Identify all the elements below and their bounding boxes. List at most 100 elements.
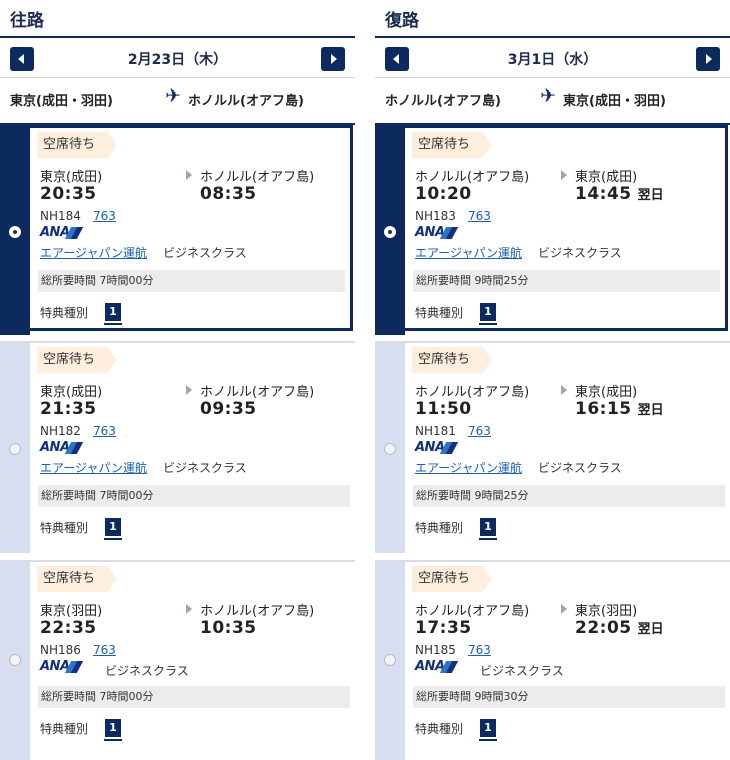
flight-card[interactable]: 空席待ち ホノルル(オアフ島) 東京(成田) 11:50 16:15 翌日 NH1… — [375, 341, 730, 553]
operator-link[interactable]: エアージャパン運航 — [415, 459, 522, 476]
aircraft-type-link[interactable]: 763 — [93, 643, 116, 657]
return-date: 3月1日（水） — [507, 52, 598, 68]
arrival-time: 16:15 — [575, 399, 632, 419]
flight-number: NH185 — [415, 643, 456, 657]
route-destination: ホノルル(オアフ島) — [188, 94, 304, 109]
route-origin: ホノルル(オアフ島) — [385, 94, 501, 109]
award-type-label: 特典種別 — [40, 722, 89, 736]
outbound-date: 2月23日（木） — [127, 52, 228, 68]
chevron-right-icon — [561, 170, 567, 180]
operator-link[interactable]: エアージャパン運航 — [415, 244, 522, 261]
status-badge: 空席待ち — [37, 132, 118, 158]
flight-number: NH183 — [415, 209, 456, 223]
arrival-time: 08:35 — [200, 184, 257, 204]
next-day-label: 翌日 — [637, 622, 664, 637]
return-date-bar: 3月1日（水） — [375, 38, 730, 78]
arrival-city: ホノルル(オアフ島) — [200, 385, 315, 400]
arrival-time: 10:35 — [200, 618, 257, 638]
arrival-time-block: 10:35 — [200, 618, 263, 638]
arrival-time: 22:05 — [575, 618, 632, 638]
flight-number: NH181 — [415, 424, 456, 438]
departure-city: 東京(成田) — [40, 170, 103, 185]
route-destination: 東京(成田・羽田) — [563, 94, 666, 109]
cabin-class: ビジネスクラス — [480, 664, 564, 678]
arrival-city: 東京(成田) — [575, 170, 638, 185]
arrival-time-block: 08:35 — [200, 184, 263, 204]
award-type-link[interactable]: 1 — [104, 518, 122, 540]
outbound-route: 東京(成田・羽田) ✈ ホノルル(オアフ島) — [0, 78, 355, 120]
flight-select-radio[interactable] — [9, 226, 21, 238]
award-type-label: 特典種別 — [40, 521, 89, 535]
airplane-icon: ✈ — [540, 85, 556, 107]
chevron-right-icon — [706, 54, 712, 64]
aircraft-type-link[interactable]: 763 — [468, 643, 491, 657]
return-route: ホノルル(オアフ島) ✈ 東京(成田・羽田) — [375, 78, 730, 120]
cabin-class: ビジネスクラス — [163, 461, 247, 475]
flight-card[interactable]: 空席待ち ホノルル(オアフ島) 東京(羽田) 17:35 22:05 翌日 NH1… — [375, 560, 730, 760]
arrival-time-block: 09:35 — [200, 399, 263, 419]
flight-card-body: 空席待ち 東京(羽田) ホノルル(オアフ島) 22:35 10:35 NH186… — [30, 562, 355, 760]
departure-city: 東京(羽田) — [40, 604, 103, 619]
chevron-right-icon — [331, 54, 337, 64]
flight-select-radio[interactable] — [384, 226, 396, 238]
departure-city: ホノルル(オアフ島) — [415, 385, 530, 400]
operator-link[interactable]: エアージャパン運航 — [40, 459, 147, 476]
ana-logo: ANA — [40, 659, 84, 674]
flight-card-body: 空席待ち ホノルル(オアフ島) 東京(成田) 10:20 14:45 翌日 NH1… — [405, 125, 728, 331]
total-duration: 総所要時間 7時間00分 — [38, 270, 345, 292]
departure-time: 17:35 — [415, 618, 472, 638]
aircraft-type-link[interactable]: 763 — [468, 424, 491, 438]
departure-city: ホノルル(オアフ島) — [415, 604, 530, 619]
return-next-day-button[interactable] — [696, 47, 720, 71]
total-duration: 総所要時間 9時間30分 — [413, 686, 725, 708]
flight-number: NH186 — [40, 643, 81, 657]
total-duration: 総所要時間 7時間00分 — [38, 485, 350, 507]
flight-card[interactable]: 空席待ち 東京(羽田) ホノルル(オアフ島) 22:35 10:35 NH186… — [0, 560, 355, 760]
flight-number: NH184 — [40, 209, 81, 223]
award-type-link[interactable]: 1 — [104, 303, 122, 325]
status-badge: 空席待ち — [412, 132, 493, 158]
outbound-date-bar: 2月23日（木） — [0, 38, 355, 78]
route-origin: 東京(成田・羽田) — [10, 94, 113, 109]
award-type-link[interactable]: 1 — [479, 719, 497, 741]
arrival-city: ホノルル(オアフ島) — [200, 604, 315, 619]
operator-link[interactable]: エアージャパン運航 — [40, 244, 147, 261]
total-duration: 総所要時間 7時間00分 — [38, 686, 350, 708]
flight-card[interactable]: 空席待ち 東京(成田) ホノルル(オアフ島) 21:35 09:35 NH182… — [0, 341, 355, 553]
aircraft-type-link[interactable]: 763 — [93, 424, 116, 438]
total-duration: 総所要時間 9時間25分 — [413, 485, 725, 507]
flight-select-radio[interactable] — [9, 654, 21, 666]
award-type-label: 特典種別 — [415, 306, 464, 320]
aircraft-type-link[interactable]: 763 — [93, 209, 116, 223]
flight-card-body: 空席待ち 東京(成田) ホノルル(オアフ島) 20:35 08:35 NH184… — [30, 125, 353, 331]
flight-select-radio[interactable] — [384, 654, 396, 666]
return-column: 復路 3月1日（水） ホノルル(オアフ島) ✈ 東京(成田・羽田) 空席待ち ホ… — [375, 0, 730, 760]
arrival-time-block: 16:15 翌日 — [575, 399, 664, 419]
chevron-right-icon — [561, 604, 567, 614]
cabin-class: ビジネスクラス — [163, 246, 247, 260]
cabin-class: ビジネスクラス — [538, 246, 622, 260]
award-type-label: 特典種別 — [415, 722, 464, 736]
status-badge: 空席待ち — [412, 566, 493, 592]
flight-card-body: 空席待ち 東京(成田) ホノルル(オアフ島) 21:35 09:35 NH182… — [30, 343, 355, 553]
arrival-time-block: 14:45 翌日 — [575, 184, 664, 204]
award-type-link[interactable]: 1 — [104, 719, 122, 741]
chevron-right-icon — [561, 385, 567, 395]
outbound-next-day-button[interactable] — [321, 47, 345, 71]
ana-logo: ANA — [40, 225, 84, 240]
next-day-label: 翌日 — [637, 188, 664, 203]
total-duration: 総所要時間 9時間25分 — [413, 270, 720, 292]
arrival-time: 14:45 — [575, 184, 632, 204]
arrival-time-block: 22:05 翌日 — [575, 618, 664, 638]
award-type-link[interactable]: 1 — [479, 303, 497, 325]
arrival-city: 東京(羽田) — [575, 604, 638, 619]
ana-logo: ANA — [415, 659, 459, 674]
award-type-link[interactable]: 1 — [479, 518, 497, 540]
flight-card[interactable]: 空席待ち ホノルル(オアフ島) 東京(成田) 10:20 14:45 翌日 NH1… — [375, 123, 730, 335]
flight-card[interactable]: 空席待ち 東京(成田) ホノルル(オアフ島) 20:35 08:35 NH184… — [0, 123, 355, 335]
flight-number: NH182 — [40, 424, 81, 438]
flight-select-radio[interactable] — [384, 443, 396, 455]
aircraft-type-link[interactable]: 763 — [468, 209, 491, 223]
flight-select-radio[interactable] — [9, 443, 21, 455]
cabin-class: ビジネスクラス — [538, 461, 622, 475]
